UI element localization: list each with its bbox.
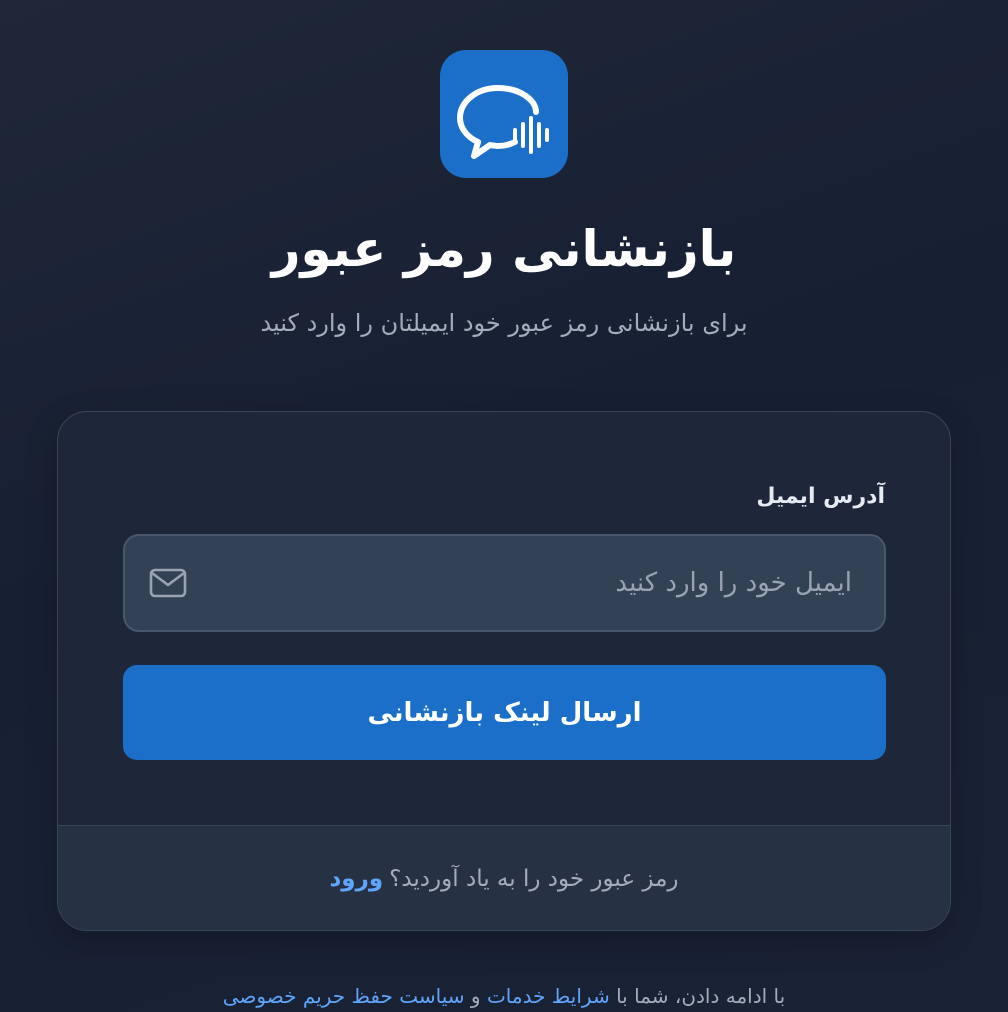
login-link[interactable]: ورود bbox=[329, 866, 383, 892]
email-input[interactable] bbox=[125, 536, 884, 630]
legal-conjunction: و bbox=[470, 984, 481, 1008]
card-body: آدرس ایمیل ارسال لینک بازنشانی bbox=[58, 412, 950, 825]
send-reset-link-button[interactable]: ارسال لینک بازنشانی bbox=[123, 665, 886, 760]
privacy-policy-link[interactable]: سیاست حفظ حریم خصوصی bbox=[223, 984, 465, 1008]
page-title: بازنشانی رمز عبور bbox=[271, 220, 737, 278]
page-subtitle: برای بازنشانی رمز عبور خود ایمیلتان را و… bbox=[260, 309, 748, 337]
legal-notice: با ادامه دادن، شما با شرایط خدمات و سیاس… bbox=[0, 980, 1008, 1012]
terms-of-service-link[interactable]: شرایط خدمات bbox=[487, 984, 610, 1008]
email-label: آدرس ایمیل bbox=[756, 484, 885, 509]
mail-icon bbox=[149, 568, 187, 598]
legal-prefix: با ادامه دادن، شما با bbox=[616, 984, 786, 1008]
app-logo bbox=[440, 50, 568, 178]
remember-password-text: رمز عبور خود را به یاد آوردید؟ bbox=[389, 866, 679, 892]
card-footer: رمز عبور خود را به یاد آوردید؟ ورود bbox=[58, 825, 950, 930]
email-field[interactable] bbox=[123, 534, 886, 632]
reset-password-card: آدرس ایمیل ارسال لینک بازنشانی رمز عبور … bbox=[57, 411, 951, 931]
chat-bubble-voice-icon bbox=[457, 85, 549, 159]
